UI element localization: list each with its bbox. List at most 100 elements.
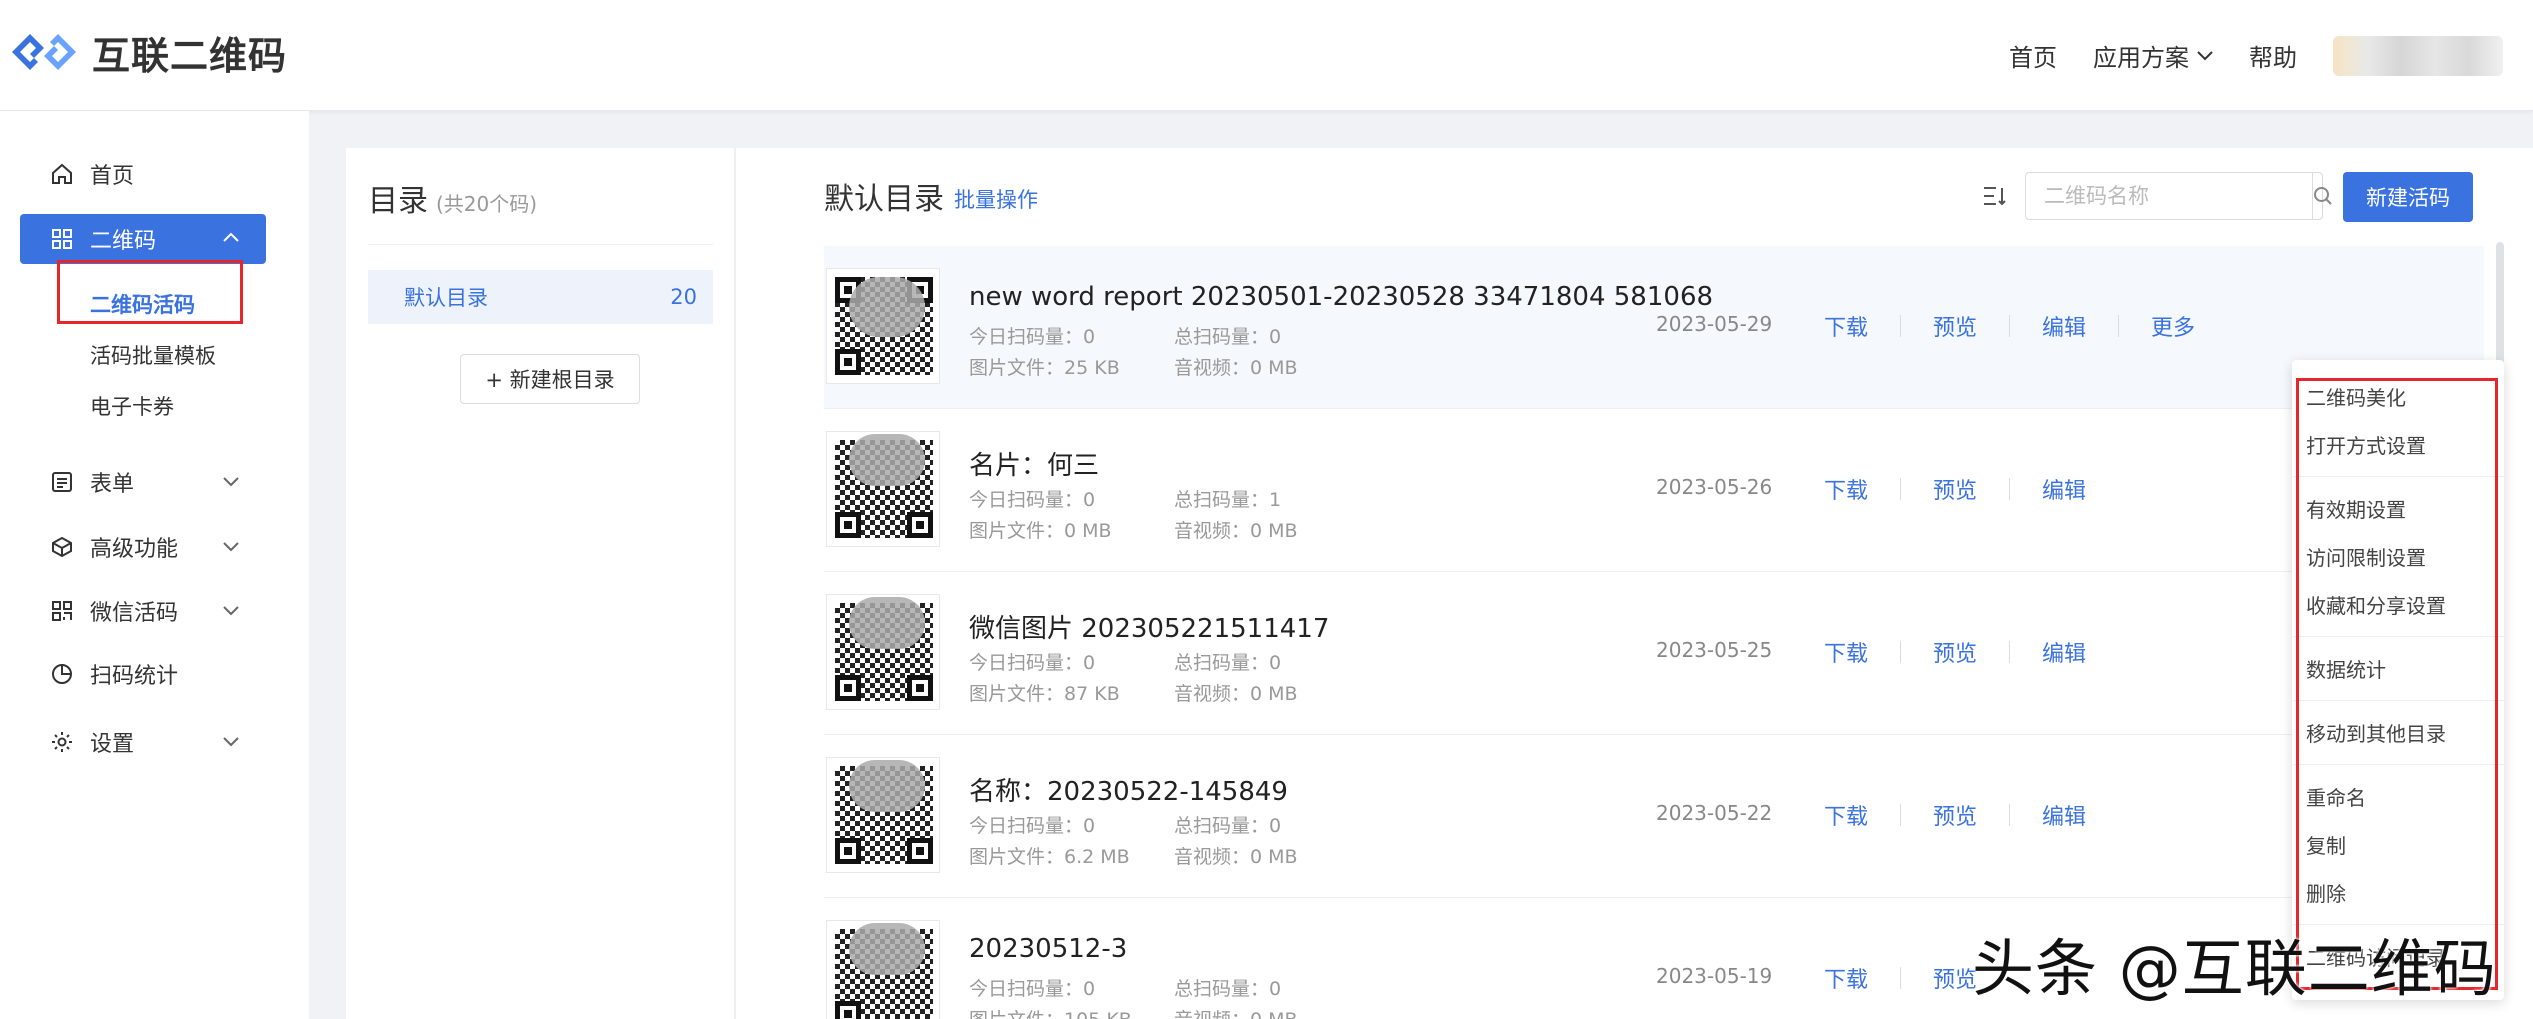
pie-chart-icon <box>50 662 74 686</box>
created-date: 2023-05-25 <box>1656 638 1773 662</box>
download-link[interactable]: 下载 <box>1824 636 1868 668</box>
today-scans: 今日扫码量：0 <box>969 326 1096 348</box>
table-row[interactable]: 名片：何三 今日扫码量：0 总扫码量：1 图片文件：0 MB 音视频：0 MB … <box>824 409 2484 572</box>
code-name[interactable]: 名片：何三 <box>969 445 1099 482</box>
download-link[interactable]: 下载 <box>1824 962 1868 994</box>
divider <box>368 244 713 245</box>
image-files: 图片文件：25 KB <box>969 357 1120 379</box>
created-date: 2023-05-19 <box>1656 964 1773 988</box>
preview-link[interactable]: 预览 <box>1933 962 1977 994</box>
sidebar-item-settings[interactable]: 设置 <box>20 717 266 767</box>
chevron-down-icon <box>223 737 239 747</box>
sidebar-item-wechat-code[interactable]: 微信活码 <box>20 586 266 636</box>
code-name[interactable]: new word report 20230501-20230528 334718… <box>969 282 1713 312</box>
audio-video: 音视频：0 MB <box>1174 357 1298 379</box>
chevron-down-icon <box>223 606 239 616</box>
preview-link[interactable]: 预览 <box>1933 473 1977 505</box>
sidebar-item-form[interactable]: 表单 <box>20 457 266 507</box>
blurred-area <box>849 923 925 975</box>
today-scans: 今日扫码量：0 <box>969 489 1096 511</box>
edit-link[interactable]: 编辑 <box>2042 799 2086 831</box>
total-scans: 总扫码量：1 <box>1174 489 1282 511</box>
nav-home[interactable]: 首页 <box>2009 38 2057 73</box>
sidebar-item-label: 表单 <box>90 472 135 497</box>
total-scans: 总扫码量：0 <box>1174 815 1282 837</box>
qrcode-thumbnail[interactable] <box>826 757 940 873</box>
today-scans: 今日扫码量：0 <box>969 815 1096 837</box>
sidebar-item-label: 二维码 <box>90 229 157 254</box>
total-scans: 总扫码量：0 <box>1174 978 1282 1000</box>
sort-icon[interactable] <box>1982 184 2008 208</box>
logo[interactable]: 互联二维码 <box>8 22 287 82</box>
image-files: 图片文件：0 MB <box>969 520 1112 542</box>
batch-operation-link[interactable]: 批量操作 <box>954 184 1038 214</box>
gear-icon <box>50 730 74 754</box>
download-link[interactable]: 下载 <box>1824 310 1868 342</box>
new-dynamic-code-button[interactable]: 新建活码 <box>2343 172 2473 222</box>
today-scans: 今日扫码量：0 <box>969 652 1096 674</box>
highlight-box <box>2296 378 2498 990</box>
cube-icon <box>50 535 74 559</box>
edit-link[interactable]: 编辑 <box>2042 310 2086 342</box>
today-scans: 今日扫码量：0 <box>969 978 1096 1000</box>
code-name[interactable]: 名称：20230522-145849 <box>969 771 1288 808</box>
new-root-folder-button[interactable]: + 新建根目录 <box>460 354 640 404</box>
download-link[interactable]: 下载 <box>1824 473 1868 505</box>
blurred-area <box>849 434 925 486</box>
preview-link[interactable]: 预览 <box>1933 799 1977 831</box>
edit-link[interactable]: 编辑 <box>2042 473 2086 505</box>
audio-video: 音视频：0 MB <box>1174 520 1298 542</box>
row-actions: 下载 预览 <box>1824 962 1977 994</box>
sidebar-item-home[interactable]: 首页 <box>20 149 266 199</box>
logo-icon <box>12 34 76 70</box>
download-link[interactable]: 下载 <box>1824 799 1868 831</box>
sidebar-item-scan-stats[interactable]: 扫码统计 <box>20 649 266 699</box>
code-name[interactable]: 20230512-3 <box>969 934 1127 964</box>
qrcode-thumbnail[interactable] <box>826 594 940 710</box>
sidebar-item-label: 微信活码 <box>90 601 179 626</box>
preview-link[interactable]: 预览 <box>1933 310 1977 342</box>
sidebar-sub-batch-template[interactable]: 活码批量模板 <box>90 340 216 370</box>
table-row[interactable]: 名称：20230522-145849 今日扫码量：0 总扫码量：0 图片文件：6… <box>824 735 2484 898</box>
chevron-down-icon <box>223 477 239 487</box>
folder-count: 20 <box>670 285 697 309</box>
created-date: 2023-05-29 <box>1656 312 1773 336</box>
watermark: 头条 @互联二维码 <box>1972 932 2497 1005</box>
directory-title-text: 目录 <box>368 184 428 219</box>
sidebar-item-advanced[interactable]: 高级功能 <box>20 522 266 572</box>
sidebar-item-qrcode[interactable]: 二维码 <box>20 214 266 264</box>
top-nav: 首页 应用方案 帮助 <box>2009 0 2533 111</box>
total-scans: 总扫码量：0 <box>1174 326 1282 348</box>
search-box <box>2025 172 2332 220</box>
search-input[interactable] <box>2026 173 2312 219</box>
nav-solutions-label: 应用方案 <box>2093 44 2189 72</box>
more-link[interactable]: 更多 <box>2151 310 2195 342</box>
qrcode-thumbnail[interactable] <box>826 431 940 547</box>
audio-video: 音视频：0 MB <box>1174 683 1298 705</box>
preview-link[interactable]: 预览 <box>1933 636 1977 668</box>
qrcode-thumbnail[interactable] <box>826 920 940 1019</box>
sidebar-sub-e-coupon[interactable]: 电子卡券 <box>90 391 174 421</box>
nav-help-label: 帮助 <box>2249 44 2297 72</box>
blurred-area <box>849 760 925 812</box>
main-title: 默认目录 <box>824 182 944 217</box>
created-date: 2023-05-22 <box>1656 801 1773 825</box>
qrcode-thumbnail[interactable] <box>826 268 940 384</box>
form-icon <box>50 470 74 494</box>
row-actions: 下载 预览 编辑 更多 <box>1824 310 2195 342</box>
row-actions: 下载 预览 编辑 <box>1824 473 2086 505</box>
table-row[interactable]: new word report 20230501-20230528 334718… <box>824 246 2484 409</box>
created-date: 2023-05-26 <box>1656 475 1773 499</box>
sidebar: 首页 二维码 二维码活码 活码批量模板 电子卡券 表单 高级功能 微信活码 扫码… <box>0 111 309 1019</box>
qrcode-icon <box>50 227 74 251</box>
code-name[interactable]: 微信图片 202305221511417 <box>969 608 1329 645</box>
nav-solutions[interactable]: 应用方案 <box>2093 38 2213 73</box>
folder-item-default[interactable]: 默认目录 20 <box>368 270 713 324</box>
nav-help[interactable]: 帮助 <box>2249 38 2297 73</box>
table-row[interactable]: 微信图片 202305221511417 今日扫码量：0 总扫码量：0 图片文件… <box>824 572 2484 735</box>
search-button[interactable] <box>2312 173 2333 219</box>
edit-link[interactable]: 编辑 <box>2042 636 2086 668</box>
folder-name: 默认目录 <box>404 286 488 310</box>
user-account-blurred[interactable] <box>2333 35 2503 76</box>
sidebar-item-label: 设置 <box>90 732 135 757</box>
